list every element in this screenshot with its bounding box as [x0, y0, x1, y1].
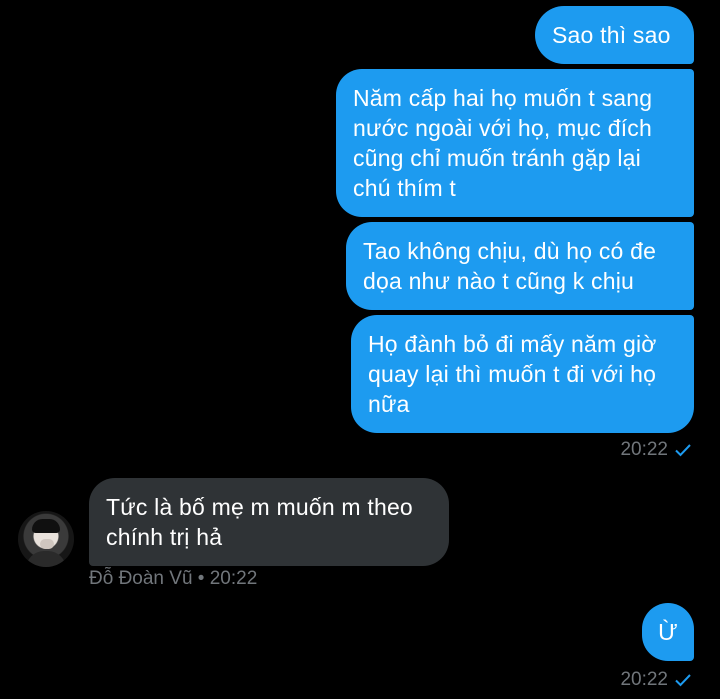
check-icon: [675, 674, 691, 687]
timestamp-text: 20:22: [620, 669, 668, 690]
message-bubble-outgoing[interactable]: Sao thì sao: [535, 6, 694, 64]
message-timestamp: 20:22: [620, 439, 692, 461]
message-bubble-outgoing[interactable]: Tao không chịu, dù họ có đe dọa như nào …: [346, 222, 694, 310]
message-bubble-outgoing[interactable]: Họ đành bỏ đi mấy năm giờ quay lại thì m…: [351, 315, 694, 433]
message-text: Sao thì sao: [552, 22, 671, 48]
message-bubble-outgoing[interactable]: Ừ: [642, 603, 694, 661]
message-text: Tức là bố mẹ m muốn m theo chính trị hả: [106, 494, 413, 550]
user-avatar[interactable]: [18, 511, 74, 567]
message-text: Năm cấp hai họ muốn t sang nước ngoài vớ…: [353, 85, 653, 201]
message-text: Tao không chịu, dù họ có đe dọa như nào …: [363, 238, 657, 294]
sender-label: Đỗ Đoàn Vũ • 20:22: [89, 568, 258, 589]
message-timestamp: 20:22: [620, 669, 692, 691]
message-bubble-incoming[interactable]: Tức là bố mẹ m muốn m theo chính trị hả: [89, 478, 449, 566]
message-bubble-outgoing[interactable]: Năm cấp hai họ muốn t sang nước ngoài vớ…: [336, 69, 694, 217]
message-text: Ừ: [658, 619, 678, 645]
timestamp-text: 20:22: [620, 439, 668, 460]
check-icon: [675, 444, 691, 457]
message-text: Họ đành bỏ đi mấy năm giờ quay lại thì m…: [368, 331, 657, 417]
